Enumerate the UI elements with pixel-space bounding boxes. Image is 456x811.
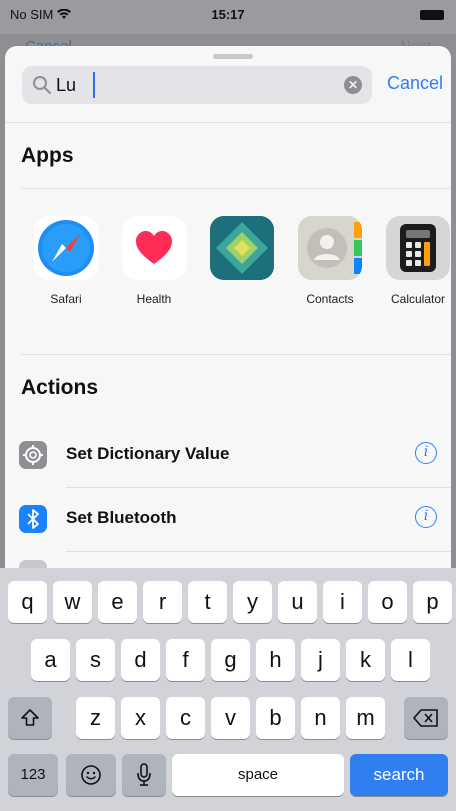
dictation-key[interactable] <box>122 754 166 796</box>
key-t[interactable]: t <box>188 581 227 623</box>
key-z[interactable]: z <box>76 697 115 739</box>
app-label: Safari <box>50 292 82 306</box>
clear-icon[interactable]: ✕ <box>344 76 362 94</box>
action-set-dictionary-value[interactable]: Set Dictionary Value i <box>5 424 451 486</box>
key-j[interactable]: j <box>301 639 340 681</box>
space-key[interactable]: space <box>172 754 344 796</box>
key-i[interactable]: i <box>323 581 362 623</box>
app-label: Contacts <box>306 292 354 306</box>
cancel-button[interactable]: Cancel <box>387 73 443 94</box>
safari-icon <box>34 216 98 280</box>
microphone-icon <box>137 763 151 786</box>
apps-section-title: Apps <box>21 144 74 167</box>
gear-icon <box>19 441 47 469</box>
app-contacts[interactable]: Contacts <box>290 216 370 306</box>
key-o[interactable]: o <box>368 581 407 623</box>
divider <box>21 354 451 355</box>
key-a[interactable]: a <box>31 639 70 681</box>
key-l[interactable]: l <box>391 639 430 681</box>
app-label: Calculator <box>390 292 446 306</box>
shift-icon <box>21 709 39 726</box>
search-field[interactable]: Lu ✕ <box>22 66 372 104</box>
info-icon[interactable]: i <box>415 506 437 528</box>
calculator-icon <box>386 216 450 280</box>
teal-diamond-app-icon <box>210 216 274 280</box>
search-row: Lu ✕ Cancel <box>5 66 451 110</box>
key-r[interactable]: r <box>143 581 182 623</box>
health-heart-icon <box>122 216 186 280</box>
key-g[interactable]: g <box>211 639 250 681</box>
app-unnamed[interactable] <box>202 216 282 292</box>
delete-key[interactable] <box>404 697 448 739</box>
status-bar: No SIM 15:17 <box>0 0 456 34</box>
key-v[interactable]: v <box>211 697 250 739</box>
key-s[interactable]: s <box>76 639 115 681</box>
key-m[interactable]: m <box>346 697 385 739</box>
key-h[interactable]: h <box>256 639 295 681</box>
action-label: Set Bluetooth <box>66 508 177 527</box>
search-icon <box>33 76 51 94</box>
divider <box>21 188 451 189</box>
key-f[interactable]: f <box>166 639 205 681</box>
key-b[interactable]: b <box>256 697 295 739</box>
action-label: Set Dictionary Value <box>66 444 230 463</box>
battery-icon <box>420 10 444 20</box>
search-sheet: Lu ✕ Cancel Apps Safari Health Contacts … <box>5 46 451 606</box>
key-p[interactable]: p <box>413 581 452 623</box>
actions-section-title: Actions <box>21 376 99 399</box>
emoji-key[interactable] <box>66 754 116 796</box>
text-caret <box>93 72 95 98</box>
sheet-grabber[interactable] <box>213 54 253 59</box>
backspace-icon <box>413 709 438 727</box>
contacts-icon <box>298 216 362 280</box>
shift-key[interactable] <box>8 697 52 739</box>
key-x[interactable]: x <box>121 697 160 739</box>
key-u[interactable]: u <box>278 581 317 623</box>
info-icon[interactable]: i <box>415 442 437 464</box>
key-n[interactable]: n <box>301 697 340 739</box>
app-safari[interactable]: Safari <box>26 216 106 306</box>
key-e[interactable]: e <box>98 581 137 623</box>
action-set-bluetooth[interactable]: Set Bluetooth i <box>5 488 451 550</box>
search-input[interactable]: Lu <box>56 75 76 96</box>
keyboard: 123 space search qwertyuiop asdfghjkl zxcv… <box>0 568 456 811</box>
numbers-key[interactable]: 123 <box>8 754 58 796</box>
key-y[interactable]: y <box>233 581 272 623</box>
divider <box>5 122 451 123</box>
bluetooth-icon <box>19 505 47 533</box>
key-w[interactable]: w <box>53 581 92 623</box>
app-calculator[interactable]: Calculator <box>378 216 451 306</box>
search-key[interactable]: search <box>350 754 448 796</box>
app-health[interactable]: Health <box>114 216 194 306</box>
emoji-icon <box>81 765 101 785</box>
key-c[interactable]: c <box>166 697 205 739</box>
key-k[interactable]: k <box>346 639 385 681</box>
key-q[interactable]: q <box>8 581 47 623</box>
app-label: Health <box>136 292 172 306</box>
apps-row: Safari Health Contacts Calculator <box>5 216 451 326</box>
key-d[interactable]: d <box>121 639 160 681</box>
clock: 15:17 <box>211 7 245 22</box>
